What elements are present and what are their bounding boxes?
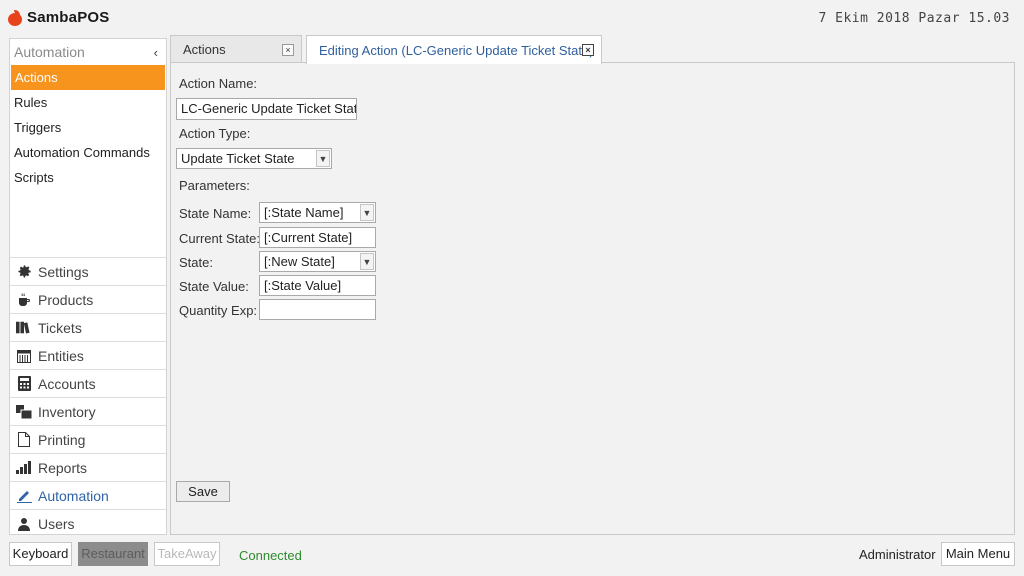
state-label: State: bbox=[179, 255, 213, 270]
tab-editing-action[interactable]: Editing Action (LC-Generic Update Ticket… bbox=[306, 35, 602, 64]
sidebar: Automation ‹ Actions Rules Triggers Auto… bbox=[9, 38, 167, 535]
module-reports[interactable]: Reports bbox=[10, 453, 166, 481]
app-name: SambaPOS bbox=[27, 9, 110, 26]
main-menu-button[interactable]: Main Menu bbox=[941, 542, 1015, 566]
restaurant-button[interactable]: Restaurant bbox=[78, 542, 148, 566]
collapse-chevron-icon[interactable]: ‹ bbox=[154, 45, 158, 60]
module-label: Users bbox=[38, 515, 75, 532]
takeaway-button[interactable]: TakeAway bbox=[154, 542, 220, 566]
quantity-exp-input[interactable] bbox=[259, 299, 376, 320]
module-accounts[interactable]: Accounts bbox=[10, 369, 166, 397]
calendar-icon bbox=[16, 348, 32, 364]
quantity-exp-label: Quantity Exp: bbox=[179, 303, 258, 318]
module-label: Tickets bbox=[38, 319, 82, 336]
tab-label: Actions bbox=[183, 42, 226, 57]
module-label: Products bbox=[38, 291, 94, 308]
sidebar-header: Automation ‹ bbox=[10, 39, 166, 65]
footer-bar: Keyboard Restaurant TakeAway Connected A… bbox=[0, 538, 1024, 576]
module-inventory[interactable]: Inventory bbox=[10, 397, 166, 425]
document-tabs: Actions × Editing Action (LC-Generic Upd… bbox=[170, 35, 1015, 64]
sidebar-item-rules[interactable]: Rules bbox=[10, 90, 166, 115]
sambapos-logo-icon bbox=[8, 9, 22, 26]
state-select[interactable]: [:New State] ▼ bbox=[259, 251, 376, 272]
bar-chart-icon bbox=[16, 460, 32, 476]
sidebar-item-scripts[interactable]: Scripts bbox=[10, 165, 166, 190]
action-name-input[interactable]: LC-Generic Update Ticket State bbox=[176, 98, 357, 120]
module-settings[interactable]: Settings bbox=[10, 257, 166, 285]
close-icon[interactable]: × bbox=[582, 44, 594, 56]
current-state-label: Current State: bbox=[179, 231, 260, 246]
state-value-label: State Value: bbox=[179, 279, 249, 294]
pencil-icon bbox=[16, 488, 32, 504]
module-users[interactable]: Users bbox=[10, 509, 166, 537]
gear-icon bbox=[16, 264, 32, 280]
action-type-value: Update Ticket State bbox=[181, 151, 295, 166]
sidebar-item-automation-commands[interactable]: Automation Commands bbox=[10, 140, 166, 165]
coffee-cup-icon bbox=[16, 292, 32, 308]
boxes-icon bbox=[16, 404, 32, 420]
close-icon[interactable]: × bbox=[282, 44, 294, 56]
state-name-select[interactable]: [:State Name] ▼ bbox=[259, 202, 376, 223]
sidebar-item-actions[interactable]: Actions bbox=[11, 65, 165, 90]
app-header: SambaPOS 7 Ekim 2018 Pazar 15.03 bbox=[0, 0, 1024, 36]
module-label: Printing bbox=[38, 431, 86, 448]
module-printing[interactable]: Printing bbox=[10, 425, 166, 453]
keyboard-button[interactable]: Keyboard bbox=[9, 542, 72, 566]
action-type-select[interactable]: Update Ticket State ▼ bbox=[176, 148, 332, 169]
module-label: Settings bbox=[38, 263, 89, 280]
chevron-down-icon: ▼ bbox=[316, 150, 330, 167]
clock-display: 7 Ekim 2018 Pazar 15.03 bbox=[818, 11, 1010, 26]
user-icon bbox=[16, 516, 32, 532]
sidebar-item-triggers[interactable]: Triggers bbox=[10, 115, 166, 140]
action-type-label: Action Type: bbox=[179, 126, 251, 141]
module-tickets[interactable]: Tickets bbox=[10, 313, 166, 341]
books-icon bbox=[16, 320, 32, 336]
state-value-input[interactable]: [:State Value] bbox=[259, 275, 376, 296]
document-icon bbox=[16, 432, 32, 448]
connection-status: Connected bbox=[239, 548, 302, 563]
module-label: Reports bbox=[38, 459, 88, 476]
current-state-input[interactable]: [:Current State] bbox=[259, 227, 376, 248]
action-editor: Action Name: LC-Generic Update Ticket St… bbox=[170, 62, 1015, 535]
chevron-down-icon: ▼ bbox=[360, 204, 374, 221]
state-name-label: State Name: bbox=[179, 206, 252, 221]
module-label: Automation bbox=[38, 487, 109, 504]
module-products[interactable]: Products bbox=[10, 285, 166, 313]
state-name-value: [:State Name] bbox=[264, 205, 344, 220]
action-name-label: Action Name: bbox=[179, 76, 258, 91]
sidebar-title: Automation bbox=[14, 44, 85, 60]
calculator-icon bbox=[16, 376, 32, 392]
module-label: Accounts bbox=[38, 375, 96, 392]
module-label: Inventory bbox=[38, 403, 96, 420]
parameters-label: Parameters: bbox=[179, 178, 250, 193]
tab-actions[interactable]: Actions × bbox=[170, 35, 302, 63]
module-list: Settings Products Tickets Entities Accou… bbox=[10, 257, 166, 537]
save-button[interactable]: Save bbox=[176, 481, 230, 502]
module-label: Entities bbox=[38, 347, 84, 364]
tab-label: Editing Action (LC-Generic Update Ticket… bbox=[319, 42, 594, 58]
module-automation[interactable]: Automation bbox=[10, 481, 166, 509]
state-value: [:New State] bbox=[264, 254, 335, 269]
app-logo: SambaPOS bbox=[8, 9, 109, 26]
chevron-down-icon: ▼ bbox=[360, 253, 374, 270]
current-user: Administrator bbox=[859, 547, 936, 562]
module-entities[interactable]: Entities bbox=[10, 341, 166, 369]
